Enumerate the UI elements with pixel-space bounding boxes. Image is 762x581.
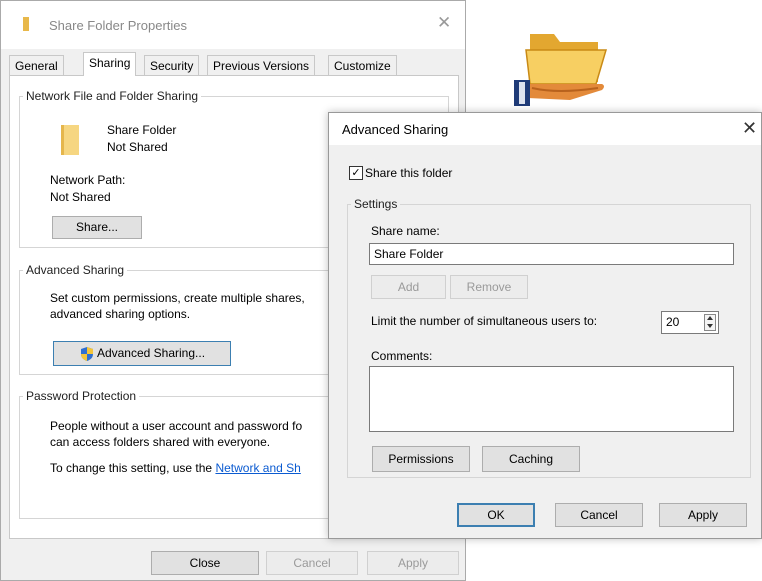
share-name-input[interactable]: Share Folder (369, 243, 734, 265)
dialog-titlebar: Advanced Sharing ✕ (329, 113, 761, 145)
folder-name: Share Folder (107, 123, 177, 137)
properties-close-icon[interactable]: ✕ (437, 13, 451, 33)
permissions-button[interactable]: Permissions (372, 446, 470, 472)
spin-button[interactable] (704, 314, 716, 331)
network-path-label: Network Path: (50, 173, 126, 187)
spin-down-icon[interactable] (707, 324, 713, 328)
advanced-sharing-legend: Advanced Sharing (26, 263, 125, 277)
ok-button[interactable]: OK (457, 503, 535, 527)
share-folder-checkbox[interactable]: ✓ (349, 166, 363, 180)
share-folder-checkbox-label: Share this folder (365, 166, 453, 180)
limit-users-stepper[interactable]: 20 (661, 311, 719, 334)
share-name-label: Share name: (371, 224, 440, 238)
advanced-sharing-description-2: advanced sharing options. (50, 307, 191, 321)
password-protection-text-2: can access folders shared with everyone. (50, 435, 271, 449)
password-protection-legend: Password Protection (26, 389, 137, 403)
settings-group: Settings (347, 197, 751, 478)
spin-up-icon[interactable] (707, 316, 713, 320)
limit-users-value: 20 (666, 315, 680, 329)
change-setting-prefix: To change this setting, use the (50, 461, 216, 475)
settings-legend: Settings (354, 197, 398, 211)
remove-button[interactable]: Remove (450, 275, 528, 299)
cancel-button[interactable]: Cancel (266, 551, 358, 575)
password-protection-text: People without a user account and passwo… (50, 419, 303, 433)
dialog-cancel-button[interactable]: Cancel (555, 503, 643, 527)
advanced-sharing-button[interactable]: Advanced Sharing... (53, 341, 231, 366)
caching-button[interactable]: Caching (482, 446, 580, 472)
properties-titlebar: Share Folder Properties ✕ (1, 1, 465, 49)
tab-sharing[interactable]: Sharing (83, 52, 137, 76)
advanced-sharing-button-label: Advanced Sharing... (96, 346, 206, 360)
comments-label: Comments: (371, 349, 433, 363)
comments-textarea[interactable] (369, 366, 734, 432)
uac-shield-icon (80, 346, 93, 361)
tab-customize[interactable]: Customize (328, 55, 397, 75)
share-button[interactable]: Share... (52, 216, 142, 239)
add-button[interactable]: Add (371, 275, 446, 299)
network-sharing-center-link[interactable]: Network and Sh (215, 461, 300, 475)
tab-general[interactable]: General (9, 55, 64, 75)
properties-title: Share Folder Properties (49, 18, 188, 33)
dialog-title: Advanced Sharing (342, 122, 449, 137)
shared-folder-hand-icon (510, 18, 622, 110)
advanced-sharing-description: Set custom permissions, create multiple … (50, 291, 305, 305)
close-button[interactable]: Close (151, 551, 259, 575)
tab-security[interactable]: Security (144, 55, 200, 75)
change-setting-text: To change this setting, use the Network … (50, 461, 301, 475)
dialog-close-icon[interactable]: ✕ (742, 118, 757, 139)
limit-users-label: Limit the number of simultaneous users t… (371, 314, 598, 328)
network-path-value: Not Shared (50, 190, 111, 204)
apply-button[interactable]: Apply (367, 551, 459, 575)
folder-icon (61, 125, 79, 155)
folder-share-status: Not Shared (107, 140, 168, 154)
network-sharing-legend: Network File and Folder Sharing (26, 89, 199, 103)
tab-previous-versions[interactable]: Previous Versions (207, 55, 316, 75)
folder-icon (23, 17, 29, 31)
advanced-sharing-dialog: Advanced Sharing ✕ ✓ Share this folder S… (328, 112, 762, 539)
dialog-apply-button[interactable]: Apply (659, 503, 747, 527)
